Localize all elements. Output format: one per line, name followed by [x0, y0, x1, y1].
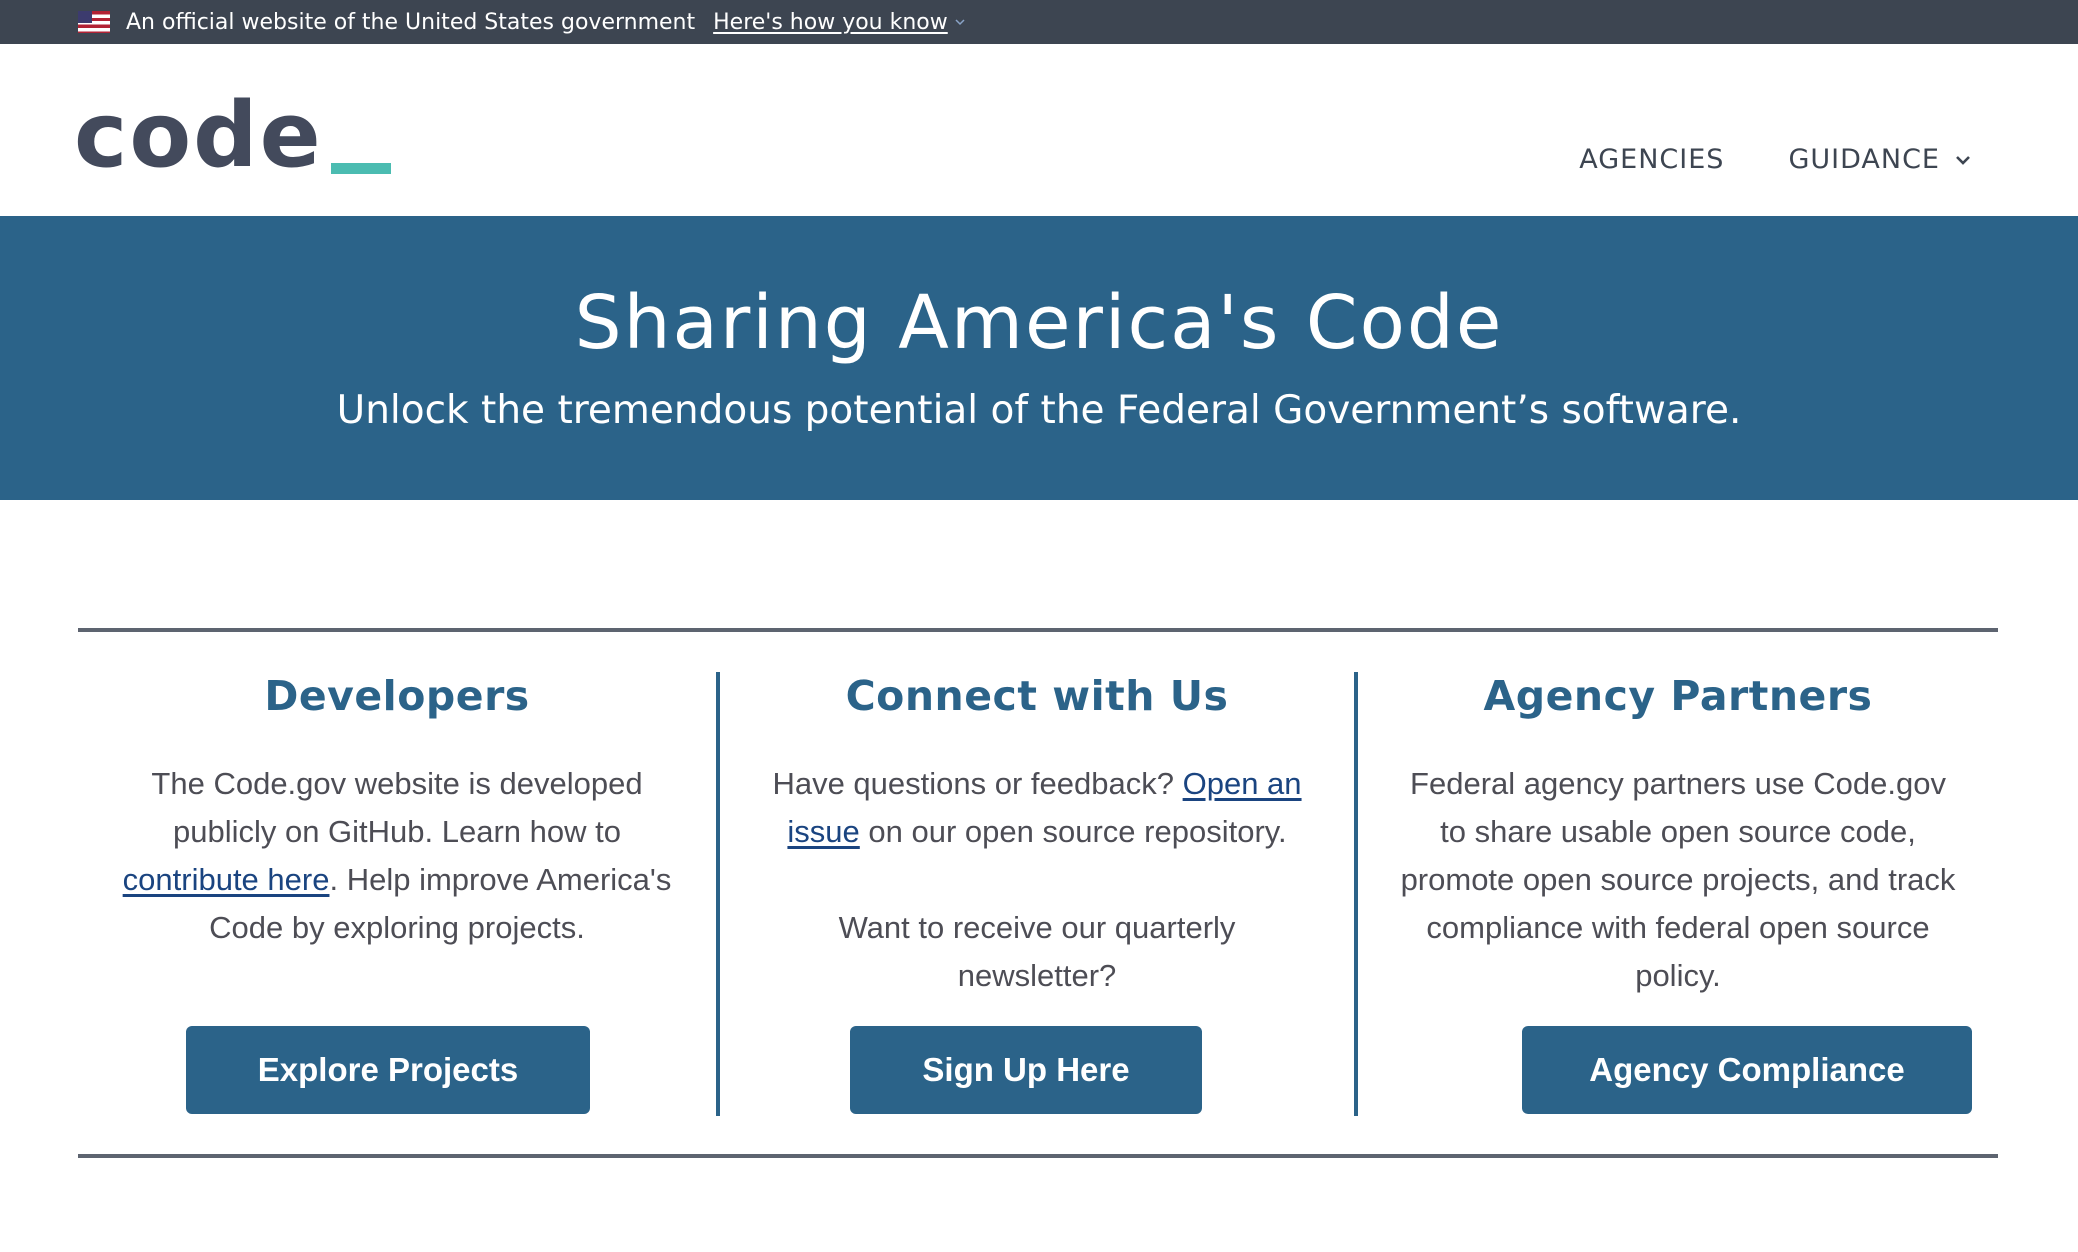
connect-text: Have questions or feedback? Open an issu…: [757, 760, 1317, 856]
features-section: Developers The Code.gov website is devel…: [78, 628, 1998, 1158]
chevron-down-icon: [1956, 155, 1970, 165]
official-website-text: An official website of the United States…: [126, 9, 696, 35]
agency-partners-card: Agency Partners Federal agency partners …: [1358, 672, 1998, 1116]
connect-heading: Connect with Us: [845, 672, 1229, 720]
logo-text: code: [74, 83, 323, 188]
hero-subtitle: Unlock the tremendous potential of the F…: [336, 388, 1742, 433]
contribute-here-link[interactable]: contribute here: [123, 862, 330, 897]
logo-underscore: [330, 163, 391, 174]
code-gov-logo[interactable]: code: [74, 83, 391, 188]
hero-banner: Sharing America's Code Unlock the tremen…: [0, 216, 2078, 500]
agency-compliance-button[interactable]: Agency Compliance: [1522, 1026, 1972, 1114]
connect-text-part: Have questions or feedback?: [772, 766, 1183, 801]
nav-item-label: AGENCIES: [1579, 144, 1725, 175]
nav-item-label: GUIDANCE: [1788, 144, 1940, 175]
agency-partners-text: Federal agency partners use Code.gov to …: [1400, 766, 1956, 993]
developers-heading: Developers: [264, 672, 530, 720]
developers-text-part: The Code.gov website is developed public…: [151, 766, 643, 849]
agency-partners-heading: Agency Partners: [1483, 672, 1873, 720]
developers-text: The Code.gov website is developed public…: [117, 760, 677, 952]
sign-up-button[interactable]: Sign Up Here: [850, 1026, 1202, 1114]
how-you-know-link[interactable]: Here's how you know: [713, 10, 948, 35]
main-nav: AGENCIES GUIDANCE: [1579, 144, 1972, 175]
gov-banner: An official website of the United States…: [0, 0, 2078, 44]
newsletter-text: Want to receive our quarterly newsletter…: [838, 910, 1236, 993]
us-flag-icon: [78, 11, 110, 33]
nav-item-guidance[interactable]: GUIDANCE: [1788, 144, 1972, 175]
nav-item-agencies[interactable]: AGENCIES: [1579, 144, 1724, 175]
developers-card: Developers The Code.gov website is devel…: [78, 672, 716, 1116]
connect-card: Connect with Us Have questions or feedba…: [716, 672, 1358, 1116]
hero-title: Sharing America's Code: [574, 280, 1504, 366]
chevron-down-icon[interactable]: [954, 16, 966, 28]
explore-projects-button[interactable]: Explore Projects: [186, 1026, 590, 1114]
site-header: code AGENCIES GUIDANCE: [0, 44, 2078, 216]
connect-text-part: on our open source repository.: [859, 814, 1287, 849]
